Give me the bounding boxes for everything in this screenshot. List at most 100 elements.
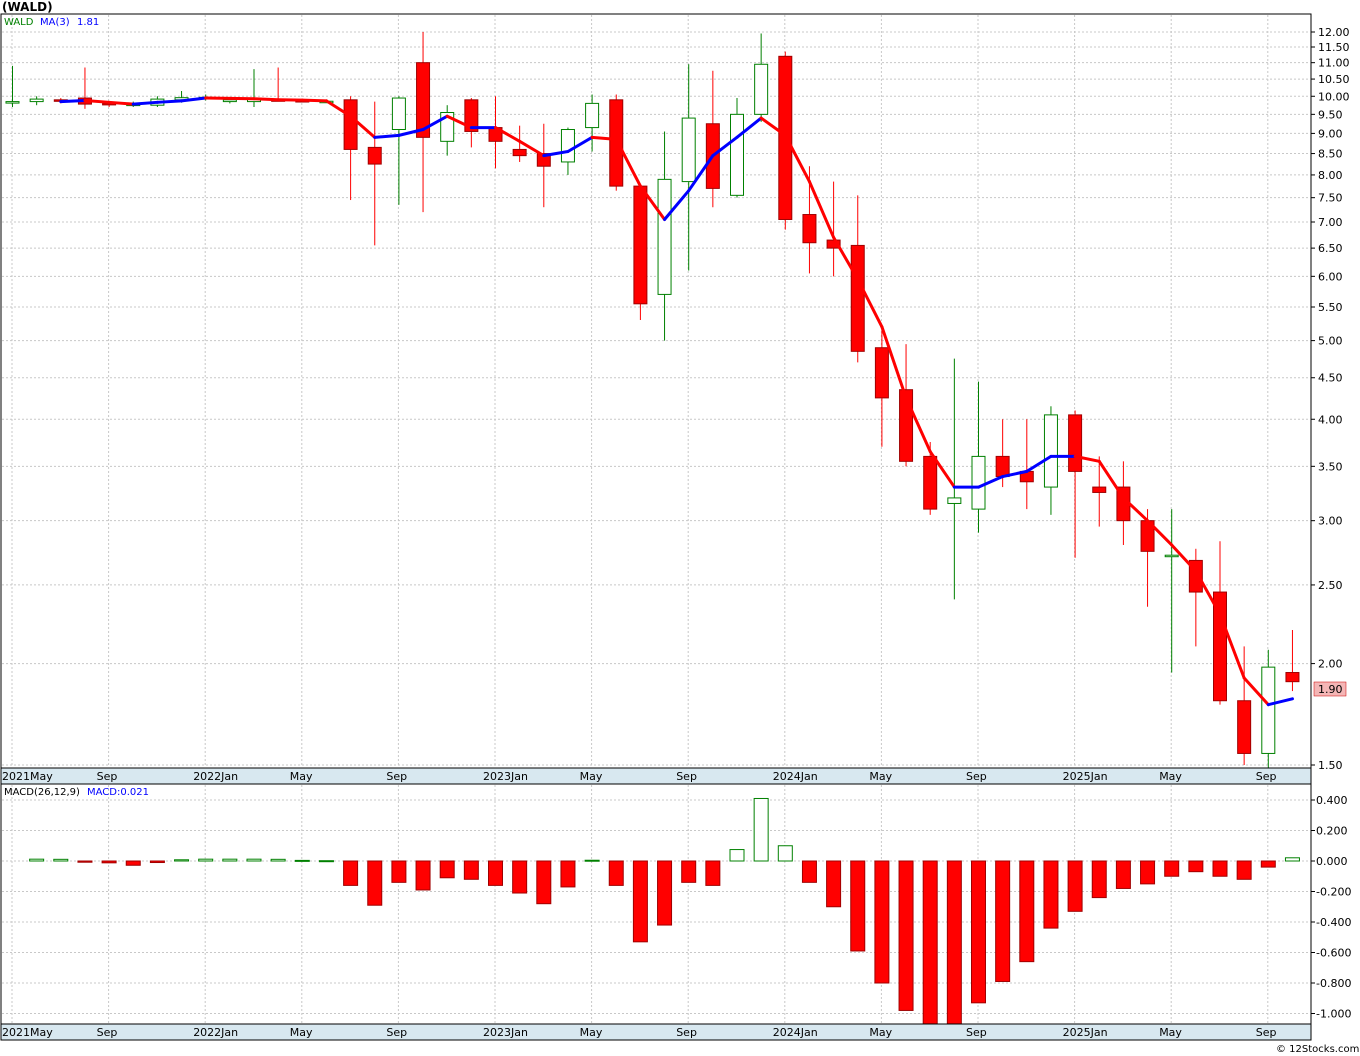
candle-body (1164, 554, 1179, 558)
y-tick-label: 9.50 (1318, 108, 1343, 121)
x-tick-label: 2024Jan (773, 770, 818, 783)
y-tick-label: 10.50 (1318, 73, 1350, 86)
macd-bar-negative (1067, 860, 1083, 912)
legend-ma-label: MA(3) (40, 17, 70, 28)
x-tick-label: Sep (676, 1026, 697, 1039)
ma-segment (59, 99, 87, 104)
price-panel (0, 13, 1312, 785)
macd-bar-positive (246, 858, 262, 862)
y-tick-label: 6.00 (1318, 270, 1343, 283)
candle-body (1092, 486, 1107, 493)
x-tick-label: Sep (676, 770, 697, 783)
legend-macd-label: MACD(26,12,9) (4, 787, 80, 798)
y-tick-label: 3.00 (1318, 515, 1343, 528)
y-tick-label: 4.50 (1318, 372, 1343, 385)
y-tick-label: 8.50 (1318, 148, 1343, 161)
macd-bar-negative (1115, 860, 1131, 889)
macd-bar-negative (874, 860, 890, 984)
candle-down (609, 94, 624, 191)
macd-bar-positive (198, 858, 214, 862)
y-tick-label: 7.00 (1318, 216, 1343, 229)
macd-bar-negative (657, 860, 673, 926)
x-tick-label: 2021May (2, 770, 53, 783)
macd-bar-negative (898, 860, 914, 1011)
macd-bar-negative (1236, 860, 1252, 880)
x-tick-label: May (1159, 770, 1182, 783)
x-tick-label: Sep (97, 770, 118, 783)
macd-bar-negative (850, 860, 866, 952)
macd-y-axis: 0.400 0.200 0.000 -0.200 -0.400 -0.600 -0.800 -… (1311, 794, 1351, 1021)
x-tick-label: 2022Jan (193, 1026, 238, 1039)
macd-bar-positive (29, 858, 45, 862)
x-tick-label: May (580, 1026, 603, 1039)
macd-bar-negative (439, 860, 455, 879)
candle-body (609, 99, 624, 187)
footer-credit: © 12Stocks.com (1276, 1044, 1359, 1055)
price-y-axis: 12.00 11.50 11.00 10.50 10.00 9.50 9.00 8.50 8.0… (1311, 26, 1350, 772)
candle-body (995, 455, 1010, 478)
candle-body (657, 178, 672, 295)
y-tick-label: -1.000 (1316, 1008, 1351, 1021)
macd-bar-negative (1164, 860, 1180, 877)
macd-bar-negative (463, 860, 479, 880)
y-tick-label: 11.50 (1318, 41, 1350, 54)
x-tick-label: May (869, 1026, 892, 1039)
ma-segment (83, 99, 111, 104)
candle-body (1043, 414, 1058, 488)
macd-bar-negative (946, 860, 962, 1025)
macd-bar-positive (1284, 857, 1300, 862)
x-tick-label: Sep (97, 1026, 118, 1039)
macd-bar-negative (971, 860, 986, 1004)
x-tick-label: Sep (1256, 770, 1277, 783)
candle-body (391, 97, 406, 131)
x-tick-label: May (290, 770, 313, 783)
macd-bar-positive (174, 859, 190, 862)
macd-bar-negative (1091, 860, 1107, 899)
macd-bar-negative (415, 860, 431, 891)
y-tick-label: 0.000 (1316, 855, 1348, 868)
x-tick-label: May (1159, 1026, 1182, 1039)
macd-bar-negative (1188, 860, 1204, 873)
macd-panel (0, 783, 1312, 1027)
macd-bar-negative (343, 860, 359, 886)
macd-bar-negative (149, 860, 165, 864)
y-tick-label: 5.50 (1318, 301, 1343, 314)
macd-bar-negative (681, 860, 697, 883)
ma-segment (373, 133, 401, 139)
candle-body (633, 185, 648, 305)
macd-bar-negative (1043, 860, 1059, 929)
macd-bar-positive (729, 849, 745, 862)
candle-up (1261, 649, 1276, 773)
macd-bar-negative (391, 860, 407, 883)
candle-down (633, 183, 648, 321)
ma-segment (107, 100, 135, 106)
macd-bar-negative (560, 860, 576, 888)
candle-body (512, 148, 527, 157)
x-tick-label: 2024Jan (773, 1026, 818, 1039)
candle-body (560, 129, 575, 163)
x-tick-label: 2022Jan (193, 770, 238, 783)
legend-symbol: WALD (4, 17, 34, 28)
y-tick-label: 2.50 (1318, 579, 1343, 592)
candle-body (802, 214, 817, 244)
x-tick-label: Sep (1256, 1026, 1277, 1039)
x-tick-label: May (290, 1026, 313, 1039)
macd-bar-negative (1260, 860, 1276, 868)
macd-bar-positive (318, 860, 334, 863)
y-tick-label: 11.00 (1318, 57, 1350, 70)
candle-body (1237, 700, 1252, 754)
macd-bar-negative (77, 860, 93, 863)
candle-down (778, 51, 793, 230)
symbol-title: (WALD) (2, 0, 53, 14)
candle-body (850, 244, 865, 352)
candle-body (5, 101, 20, 104)
candle-body (1261, 666, 1276, 754)
macd-bar-positive (222, 858, 238, 862)
macd-bar-positive (53, 858, 69, 862)
x-tick-label: Sep (966, 1026, 987, 1039)
y-tick-label: 7.50 (1318, 192, 1343, 205)
y-tick-label: 2.00 (1318, 658, 1343, 671)
macd-bar-negative (1212, 860, 1228, 877)
candle-body (730, 113, 744, 196)
macd-bar-negative (125, 860, 141, 866)
